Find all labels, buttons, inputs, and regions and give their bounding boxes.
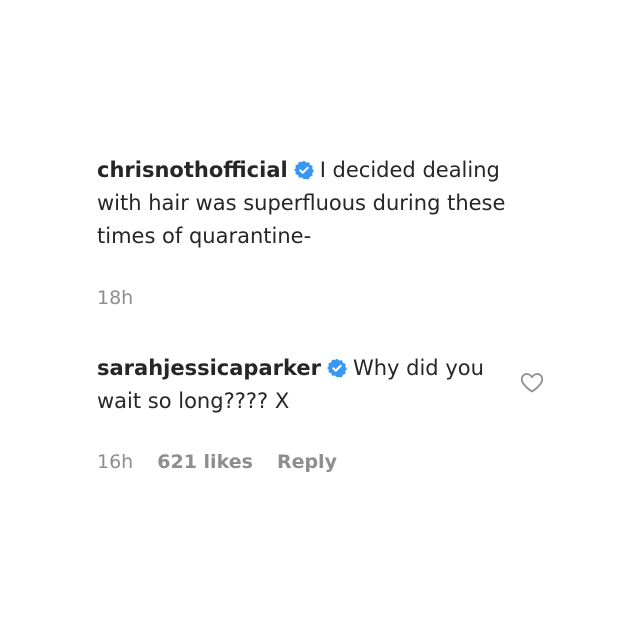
reply-button[interactable]: Reply (277, 451, 337, 473)
verified-badge-icon (293, 160, 314, 180)
comment-username[interactable]: sarahjessicaparker (97, 356, 321, 380)
likes-count-link[interactable]: 621 likes (157, 451, 253, 473)
comment-item: sarahjessicaparker Why did you wait so lo… (97, 352, 527, 418)
comment-meta: 18h (97, 287, 151, 309)
comment-username[interactable]: chrisnothofficial (97, 158, 288, 182)
comment-body: sarahjessicaparker Why did you wait so lo… (97, 352, 527, 418)
comment-timestamp[interactable]: 16h (97, 451, 133, 473)
comment-meta: 16h 621 likes Reply (97, 451, 355, 473)
comment-body: chrisnothofficial I decided dealing with … (97, 154, 527, 253)
verified-badge-icon (326, 358, 347, 378)
comment-timestamp[interactable]: 18h (97, 287, 133, 309)
comment-item: chrisnothofficial I decided dealing with … (97, 154, 527, 253)
heart-outline-icon[interactable] (520, 371, 544, 393)
